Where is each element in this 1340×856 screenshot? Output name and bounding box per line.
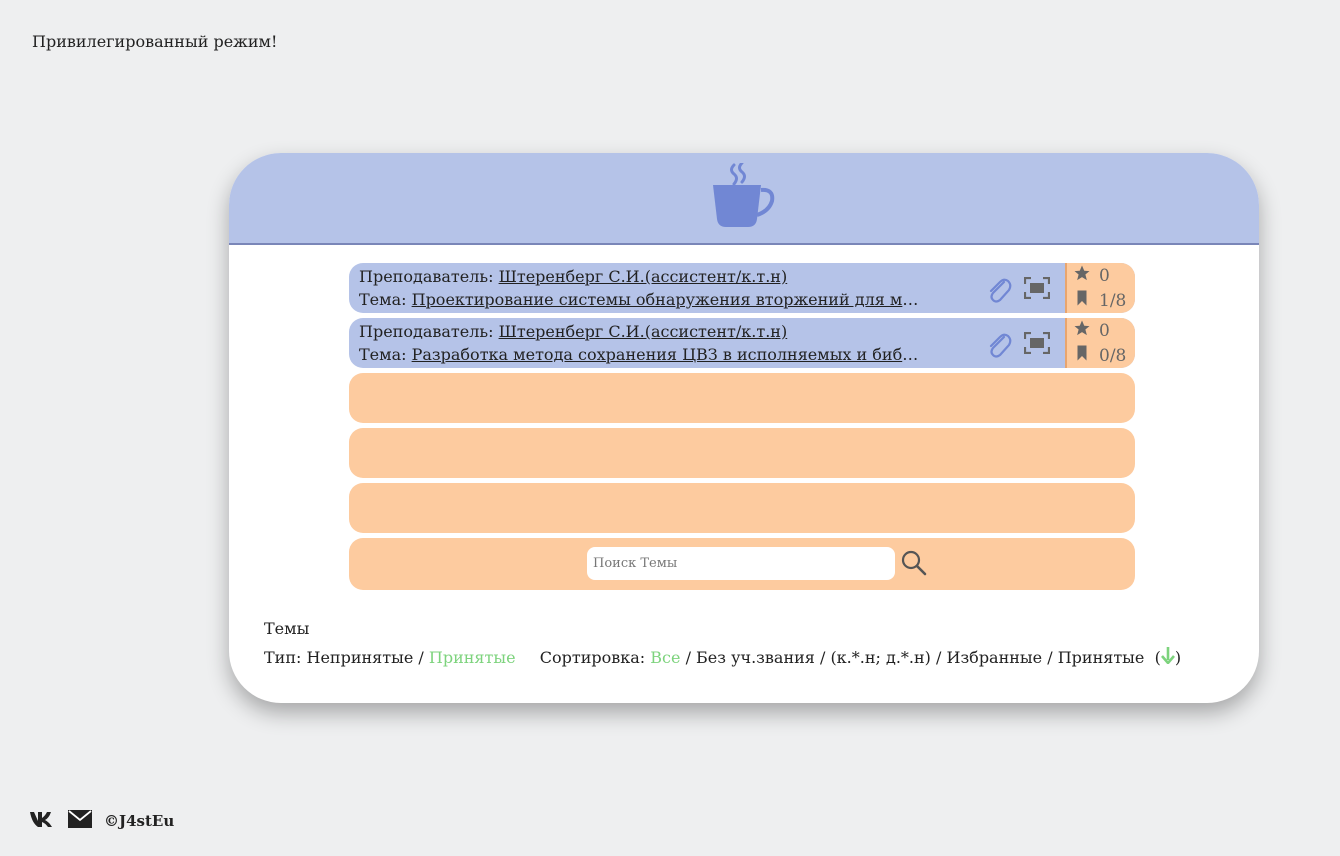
teacher-link[interactable]: Штеренберг С.И.(ассистент/к.т.н): [499, 322, 788, 341]
sort-no-degree-filter[interactable]: Без уч.звания: [696, 648, 815, 667]
topic-row[interactable]: Преподаватель: Штеренберг С.И.(ассистент…: [349, 318, 1135, 368]
teacher-link[interactable]: Штеренберг С.И.(ассистент/к.т.н): [499, 267, 788, 286]
privileged-mode-text: Привилегированный режим!: [32, 32, 278, 51]
paperclip-icon[interactable]: [986, 276, 1012, 308]
fullscreen-icon[interactable]: [1023, 276, 1051, 303]
coffee-cup-icon: [712, 161, 776, 233]
fullscreen-icon[interactable]: [1023, 331, 1051, 358]
empty-topic-slot: [349, 373, 1135, 423]
type-unaccepted-filter[interactable]: Непринятые: [306, 648, 413, 667]
vk-icon[interactable]: [30, 811, 54, 831]
mail-icon[interactable]: [68, 810, 92, 832]
teacher-label: Преподаватель:: [359, 267, 494, 286]
bookmark-count: 0/8: [1099, 345, 1127, 366]
copyright-text: ©J4stEu: [104, 812, 175, 830]
filter-bar: Тип: Непринятые / Принятые Сортировка: В…: [264, 646, 1181, 667]
bookmark-count: 1/8: [1099, 290, 1127, 311]
sort-all-filter[interactable]: Все: [650, 648, 680, 667]
footer: ©J4stEu: [30, 810, 174, 832]
paren-close: ): [1174, 648, 1182, 667]
paperclip-icon[interactable]: [986, 331, 1012, 363]
section-title: Темы: [264, 619, 310, 638]
sort-direction-arrow-down-icon[interactable]: [1160, 647, 1175, 667]
separator: /: [1047, 648, 1053, 667]
search-input[interactable]: [587, 547, 895, 580]
bookmark-icon[interactable]: [1073, 289, 1099, 312]
separator: /: [418, 648, 424, 667]
type-accepted-filter[interactable]: Принятые: [429, 648, 516, 667]
star-count: 0: [1099, 265, 1110, 286]
separator: /: [819, 648, 826, 667]
star-count: 0: [1099, 320, 1110, 341]
bookmark-icon[interactable]: [1073, 344, 1099, 367]
sort-favorites-filter[interactable]: Избранные: [947, 648, 1043, 667]
separator: /: [936, 648, 942, 667]
sort-label: Сортировка:: [539, 648, 646, 667]
sort-degree-filter[interactable]: (к.*.н; д.*.н): [830, 648, 930, 667]
teacher-label: Преподаватель:: [359, 322, 494, 341]
topics-list: Преподаватель: Штеренберг С.И.(ассистент…: [349, 263, 1135, 590]
topic-stats: 0 0/8: [1065, 318, 1135, 368]
sort-accepted-filter[interactable]: Принятые: [1058, 648, 1145, 667]
search-bar: [349, 538, 1135, 590]
star-icon[interactable]: [1073, 264, 1099, 287]
topic-stats: 0 1/8: [1065, 263, 1135, 313]
separator: /: [685, 648, 691, 667]
empty-topic-slot: [349, 428, 1135, 478]
topic-row[interactable]: Преподаватель: Штеренберг С.И.(ассистент…: [349, 263, 1135, 313]
type-label: Тип:: [264, 648, 302, 667]
empty-topic-slot: [349, 483, 1135, 533]
topics-card: Преподаватель: Штеренберг С.И.(ассистент…: [229, 153, 1259, 703]
search-icon[interactable]: [901, 550, 927, 580]
star-icon[interactable]: [1073, 319, 1099, 342]
topic-label: Тема:: [359, 290, 407, 309]
topic-label: Тема:: [359, 345, 407, 364]
topic-link[interactable]: Проектирование системы обнаружения вторж…: [412, 290, 919, 309]
card-header: [229, 153, 1259, 245]
topic-link[interactable]: Разработка метода сохранения ЦВЗ в испол…: [412, 345, 919, 364]
